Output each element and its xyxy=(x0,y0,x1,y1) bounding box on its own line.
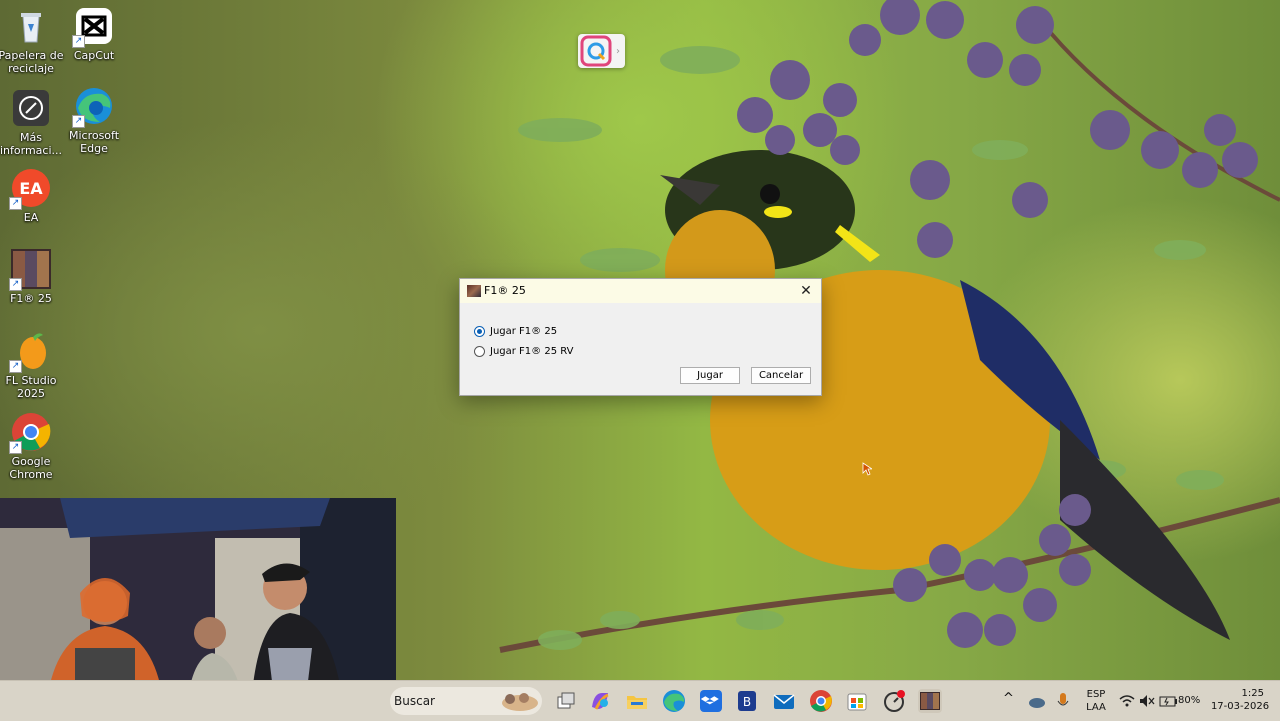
option-play-f1-25-vr[interactable]: Jugar F1® 25 RV xyxy=(474,346,574,357)
microphone-icon[interactable] xyxy=(1055,689,1071,713)
shortcut-arrow-icon: ↗ xyxy=(72,115,85,128)
copilot-icon[interactable] xyxy=(588,689,612,713)
svg-text:EA: EA xyxy=(19,179,43,198)
recycle-bin-icon xyxy=(11,6,51,46)
option-label: Jugar F1® 25 xyxy=(490,326,558,337)
dialog-title: F1® 25 xyxy=(484,284,526,297)
option-label: Jugar F1® 25 RV xyxy=(490,346,574,357)
close-button[interactable]: ✕ xyxy=(791,279,821,303)
dialog-titlebar[interactable]: F1® 25 ✕ xyxy=(460,279,821,303)
dropbox-icon[interactable] xyxy=(699,689,723,713)
radio-button-checked[interactable] xyxy=(474,326,485,337)
store-icon[interactable] xyxy=(845,689,869,713)
desktop-icon-capcut[interactable]: ↗ CapCut xyxy=(58,6,130,62)
taskbar: Buscar B ^ ESP LAA 80% 1:25 17-03-2026 xyxy=(0,680,1280,721)
floating-app-widget[interactable]: › xyxy=(578,34,625,68)
battery-charging-icon[interactable] xyxy=(1158,689,1178,713)
shortcut-arrow-icon: ↗ xyxy=(9,197,22,210)
app-b-icon[interactable]: B xyxy=(735,689,759,713)
svg-text:B: B xyxy=(743,695,751,709)
language-code: ESP xyxy=(1086,689,1106,700)
clock-time: 1:25 xyxy=(1241,688,1264,699)
battery-percentage: 80% xyxy=(1178,695,1201,706)
desktop-icon-chrome[interactable]: ↗ Google Chrome xyxy=(0,412,67,481)
shortcut-arrow-icon: ↗ xyxy=(72,35,85,48)
mouse-cursor-icon xyxy=(862,462,872,476)
file-explorer-icon[interactable] xyxy=(625,689,649,713)
fl-studio-icon: ↗ xyxy=(9,331,51,373)
clock-date: 17-03-2026 xyxy=(1210,701,1270,712)
radio-button[interactable] xyxy=(474,346,485,357)
wifi-icon[interactable] xyxy=(1118,689,1136,713)
widget-icon[interactable] xyxy=(500,689,540,713)
volume-muted-icon[interactable] xyxy=(1138,689,1156,713)
close-icon: ✕ xyxy=(800,283,812,299)
chrome-icon: ↗ xyxy=(9,412,51,454)
keyboard-layout: LAA xyxy=(1086,702,1106,713)
f1-25-icon[interactable] xyxy=(918,689,942,713)
mail-icon[interactable] xyxy=(772,689,796,713)
shortcut-arrow-icon: ↗ xyxy=(9,278,22,291)
search-input[interactable]: Buscar xyxy=(394,694,435,708)
desktop-icon-ea[interactable]: EA ↗ EA xyxy=(0,168,67,224)
f1-25-icon xyxy=(467,285,481,297)
svg-text:›: › xyxy=(616,46,620,57)
input-language-indicator[interactable]: ESP LAA xyxy=(1083,688,1109,714)
onedrive-icon[interactable] xyxy=(1027,689,1047,713)
task-view-icon[interactable] xyxy=(554,689,578,713)
desktop-icon-more-info[interactable]: Más informaci... xyxy=(0,88,67,157)
option-play-f1-25[interactable]: Jugar F1® 25 xyxy=(474,326,557,337)
capcut-icon: ↗ xyxy=(72,6,114,48)
ea-icon: EA ↗ xyxy=(9,168,51,210)
chrome-icon[interactable] xyxy=(809,689,833,713)
launcher-dialog: F1® 25 ✕ Jugar F1® 25 Jugar F1® 25 RV Ju… xyxy=(459,278,822,396)
show-hidden-icons-button[interactable]: ^ xyxy=(1003,692,1014,705)
desktop-icon-f1-25[interactable]: ↗ F1® 25 xyxy=(0,249,67,305)
shortcut-arrow-icon: ↗ xyxy=(9,441,22,454)
f1-25-icon: ↗ xyxy=(9,249,51,291)
clock[interactable]: 1:25 17-03-2026 xyxy=(1208,687,1272,713)
play-button[interactable]: Jugar xyxy=(680,367,740,384)
info-icon xyxy=(11,88,51,128)
edge-icon[interactable] xyxy=(662,689,686,713)
shortcut-arrow-icon: ↗ xyxy=(9,360,22,373)
fitness-app-icon[interactable] xyxy=(882,689,906,713)
desktop-icon-fl-studio[interactable]: ↗ FL Studio 2025 xyxy=(0,331,67,400)
desktop-icon-recycle-bin[interactable]: Papelera de reciclaje xyxy=(0,6,67,75)
desktop-icon-edge[interactable]: ↗ Microsoft Edge xyxy=(58,86,130,155)
cancel-button[interactable]: Cancelar xyxy=(751,367,811,384)
edge-icon: ↗ xyxy=(72,86,114,128)
quick-app-icon: › xyxy=(580,35,620,67)
